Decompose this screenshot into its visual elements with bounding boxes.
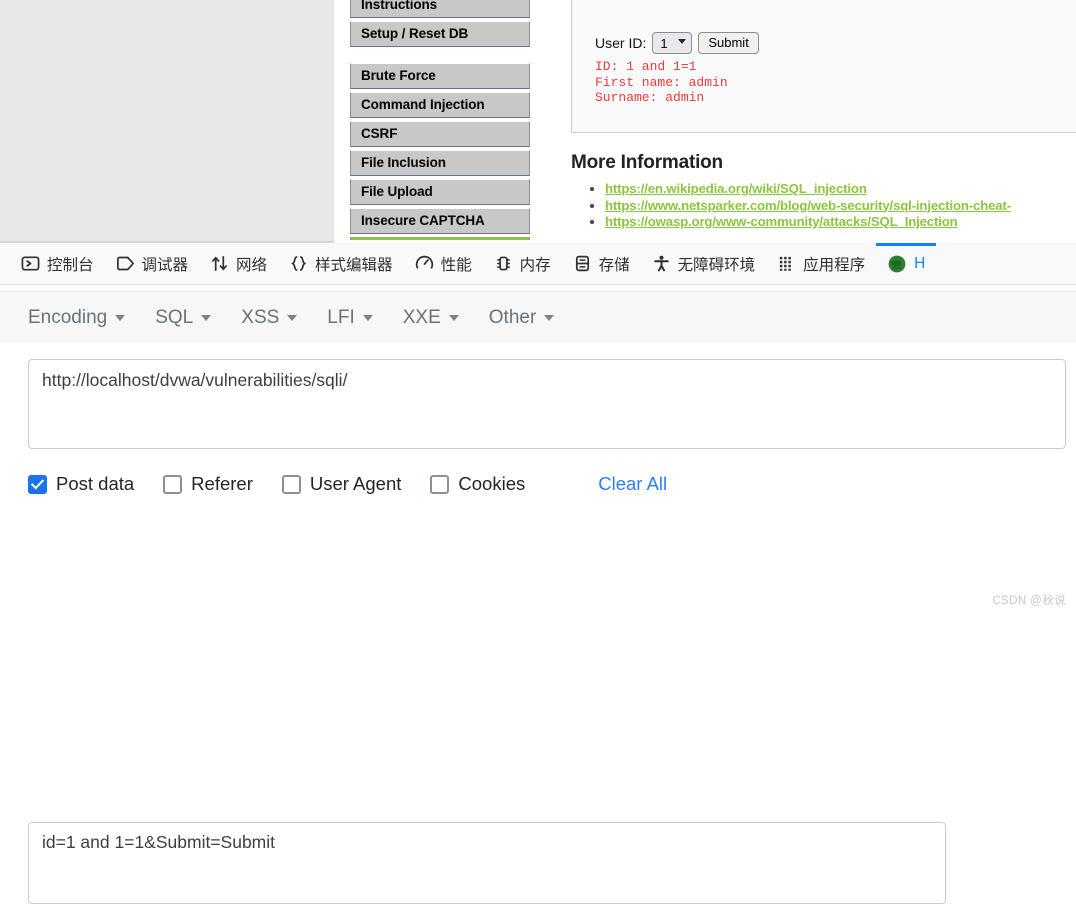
tab-label: 性能 <box>440 256 472 274</box>
menu-label: Encoding <box>28 306 108 328</box>
chevron-down-icon <box>115 314 126 321</box>
checkbox-indicator[interactable] <box>430 474 450 494</box>
sidebar-item-brute-force[interactable]: Brute Force <box>350 63 530 89</box>
menu-label: LFI <box>327 306 355 328</box>
dvwa-sidebar-menu: Instructions Setup / Reset DB Brute Forc… <box>350 0 530 240</box>
tab-label: 调试器 <box>141 256 189 274</box>
checkbox-indicator[interactable] <box>28 474 47 494</box>
tab-label: 无障碍环境 <box>677 256 756 274</box>
clear-all-button[interactable]: Clear All <box>598 473 667 495</box>
post-data-input[interactable]: id=1 and 1=1&Submit=Submit <box>28 822 946 904</box>
menu-other[interactable]: Other <box>489 307 555 329</box>
menu-label: XSS <box>241 306 280 328</box>
reference-link-wikipedia[interactable]: https://en.wikipedia.org/wiki/SQL_inject… <box>605 181 867 196</box>
storage-icon <box>573 254 592 273</box>
more-information-section: More Information https://en.wikipedia.or… <box>571 152 1076 231</box>
list-item: https://www.netsparker.com/blog/web-secu… <box>605 198 1076 215</box>
more-information-title: More Information <box>571 152 723 173</box>
sqli-result-panel: User ID: 1 Submit ID: 1 and 1=1 First na… <box>571 0 1076 133</box>
network-icon <box>210 254 229 273</box>
sidebar-item-instructions[interactable]: Instructions <box>350 0 530 18</box>
chevron-down-icon <box>544 314 555 321</box>
checkbox-indicator[interactable] <box>163 474 183 494</box>
tab-label: 内存 <box>519 256 551 274</box>
checkbox-referer[interactable]: Referer <box>163 473 253 495</box>
performance-icon <box>415 254 434 273</box>
submit-button[interactable]: Submit <box>698 32 759 54</box>
tab-hackbar[interactable]: H <box>876 242 937 285</box>
menu-label: XXE <box>402 306 441 328</box>
chevron-down-icon <box>287 314 298 321</box>
sqli-result-text: ID: 1 and 1=1 First name: admin Surname:… <box>595 59 728 106</box>
memory-icon <box>494 254 513 273</box>
menu-encoding[interactable]: Encoding <box>28 306 126 329</box>
tab-style-editor[interactable]: 样式编辑器 <box>278 243 404 285</box>
checkbox-label: Referer <box>191 473 253 494</box>
tab-label: H <box>914 254 926 272</box>
page-left-gutter <box>0 0 334 241</box>
sidebar-item-file-inclusion[interactable]: File Inclusion <box>350 150 530 176</box>
style-editor-icon <box>289 254 308 273</box>
user-id-select-wrapper: 1 <box>652 32 693 54</box>
accessibility-icon <box>652 254 671 273</box>
hackbar-options-row: Post data Referer User Agent Cookies Cle… <box>28 473 667 495</box>
menu-lfi[interactable]: LFI <box>327 306 373 329</box>
checkbox-post-data[interactable]: Post data <box>28 473 134 495</box>
hackbar-menu-bar: Encoding SQL XSS LFI XXE Other <box>0 292 1076 343</box>
reference-link-owasp[interactable]: https://owasp.org/www-community/attacks/… <box>605 214 958 229</box>
tab-accessibility[interactable]: 无障碍环境 <box>641 243 767 285</box>
tab-performance[interactable]: 性能 <box>404 243 483 285</box>
tab-memory[interactable]: 内存 <box>483 243 562 285</box>
watermark: CSDN @秋说 <box>992 595 1066 607</box>
tab-application[interactable]: 应用程序 <box>766 243 876 285</box>
chevron-down-icon <box>448 314 459 321</box>
sidebar-item-setup-reset-db[interactable]: Setup / Reset DB <box>350 21 530 47</box>
chevron-down-icon <box>362 314 373 321</box>
tab-storage[interactable]: 存储 <box>562 243 641 285</box>
sidebar-item-file-upload[interactable]: File Upload <box>350 179 530 205</box>
menu-sql[interactable]: SQL <box>155 306 212 329</box>
sidebar-item-command-injection[interactable]: Command Injection <box>350 92 530 118</box>
menu-xxe[interactable]: XXE <box>403 307 459 329</box>
devtools-tab-bar: 控制台 调试器 网络 样式编辑器 性能 内存 存储 无障碍环境 应用程序 H <box>0 242 1076 285</box>
chevron-down-icon <box>201 314 212 321</box>
list-item: https://owasp.org/www-community/attacks/… <box>605 214 1076 231</box>
tab-debugger[interactable]: 调试器 <box>105 243 200 285</box>
menu-label: SQL <box>155 306 194 328</box>
tab-label: 网络 <box>236 256 268 274</box>
user-id-label: User ID: <box>595 35 647 51</box>
menu-label: Other <box>488 306 537 328</box>
checkbox-cookies[interactable]: Cookies <box>430 473 525 495</box>
tab-label: 控制台 <box>47 256 94 274</box>
hackbar-icon <box>887 254 907 274</box>
tab-network[interactable]: 网络 <box>199 243 278 285</box>
sidebar-active-indicator <box>350 237 530 240</box>
checkbox-user-agent[interactable]: User Agent <box>281 473 402 495</box>
tab-label: 应用程序 <box>803 256 866 274</box>
list-item: https://en.wikipedia.org/wiki/SQL_inject… <box>605 181 1076 198</box>
tab-label: 存储 <box>598 256 630 274</box>
user-id-form: User ID: 1 Submit <box>595 32 759 54</box>
checkbox-label: User Agent <box>309 473 402 494</box>
console-icon <box>21 254 40 273</box>
user-id-select[interactable]: 1 <box>652 32 693 54</box>
reference-link-netsparker[interactable]: https://www.netsparker.com/blog/web-secu… <box>605 198 1011 213</box>
url-input[interactable]: http://localhost/dvwa/vulnerabilities/sq… <box>28 359 1066 449</box>
sidebar-item-csrf[interactable]: CSRF <box>350 121 530 147</box>
menu-xss[interactable]: XSS <box>241 306 298 329</box>
debugger-icon <box>116 254 135 273</box>
tab-console[interactable]: 控制台 <box>10 243 105 285</box>
browser-page-region: Instructions Setup / Reset DB Brute Forc… <box>0 0 1076 243</box>
hackbar-panel: Encoding SQL XSS LFI XXE Other http://lo… <box>0 285 1076 904</box>
checkbox-label: Cookies <box>458 473 526 494</box>
checkbox-indicator[interactable] <box>281 474 301 494</box>
tab-label: 样式编辑器 <box>315 256 393 274</box>
sidebar-item-insecure-captcha[interactable]: Insecure CAPTCHA <box>350 208 530 234</box>
more-information-link-list: https://en.wikipedia.org/wiki/SQL_inject… <box>571 181 1076 231</box>
application-icon <box>777 254 796 273</box>
checkbox-label: Post data <box>56 473 135 494</box>
